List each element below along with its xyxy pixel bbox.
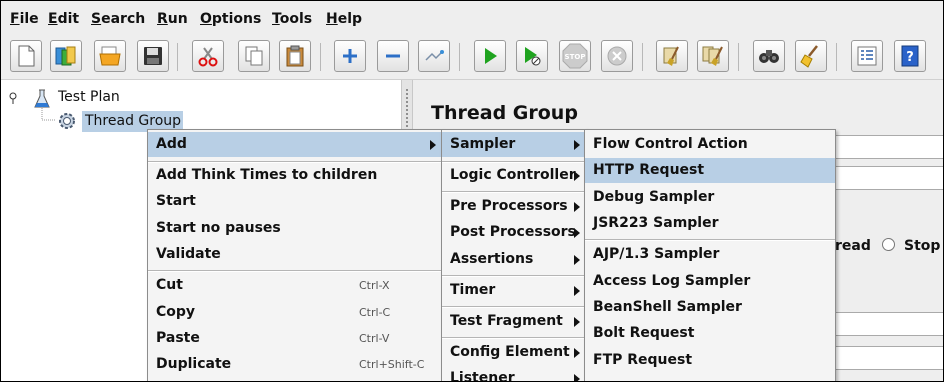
submenu-arrow-icon	[430, 140, 436, 150]
sampler-item-debug-sampler[interactable]: Debug Sampler	[585, 185, 835, 210]
test-plan-flask-icon	[34, 89, 50, 108]
sampler-submenu: Flow Control Action HTTP Request Debug S…	[584, 129, 836, 381]
function-helper-icon[interactable]	[851, 40, 883, 72]
submenu-item-listener[interactable]: Listener	[442, 366, 586, 381]
submenu-arrow-icon	[574, 348, 580, 358]
menu-item-add[interactable]: Add	[148, 132, 442, 157]
tree-item-thread-group[interactable]: Thread Group	[85, 113, 181, 129]
name-field[interactable]	[833, 135, 943, 159]
submenu-item-timer[interactable]: Timer	[442, 278, 586, 303]
submenu-item-logic-controller[interactable]: Logic Controller	[442, 163, 586, 188]
submenu-item-sampler[interactable]: Sampler	[442, 132, 586, 157]
comments-field[interactable]	[833, 166, 943, 190]
start-no-pauses-icon[interactable]	[516, 40, 548, 72]
menu-edit[interactable]: Edit	[48, 11, 79, 27]
sampler-item-jsr223-sampler[interactable]: JSR223 Sampler	[585, 211, 835, 236]
menu-run[interactable]: Run	[157, 11, 188, 27]
submenu-item-post-processors[interactable]: Post Processors	[442, 220, 586, 245]
expand-icon[interactable]	[334, 40, 366, 72]
page-title: Thread Group	[431, 102, 578, 124]
stop-icon[interactable]: STOP	[559, 40, 591, 72]
radio-label-partial: read	[835, 238, 871, 254]
submenu-arrow-icon	[574, 140, 580, 150]
menu-item-cut[interactable]: Cut Ctrl-X	[148, 273, 442, 298]
submenu-item-assertions[interactable]: Assertions	[442, 247, 586, 272]
sampler-item-bolt-request[interactable]: Bolt Request	[585, 321, 835, 346]
help-icon[interactable]: ?	[894, 40, 926, 72]
menu-item-paste[interactable]: Paste Ctrl-V	[148, 326, 442, 351]
clear-all-icon[interactable]	[697, 40, 729, 72]
app-window: File Edit Search Run Options Tools Help	[0, 0, 944, 382]
submenu-arrow-icon	[574, 286, 580, 296]
save-icon[interactable]	[137, 40, 169, 72]
cut-icon[interactable]	[192, 40, 224, 72]
submenu-arrow-icon	[574, 202, 580, 212]
menu-item-start[interactable]: Start	[148, 189, 442, 214]
sampler-item-ftp-request[interactable]: FTP Request	[585, 348, 835, 373]
open-icon[interactable]	[94, 40, 126, 72]
sampler-item-flow-control-action[interactable]: Flow Control Action	[585, 132, 835, 157]
toolbar: STOP ?	[1, 35, 943, 80]
new-icon[interactable]	[10, 40, 42, 72]
menu-item-copy[interactable]: Copy Ctrl-C	[148, 300, 442, 325]
stop-radio[interactable]	[882, 238, 895, 251]
sampler-item-http-request[interactable]: HTTP Request	[585, 158, 835, 183]
menu-item-validate[interactable]: Validate	[148, 242, 442, 267]
search-icon[interactable]	[753, 40, 785, 72]
tree-connector	[41, 108, 56, 121]
loop-count-field[interactable]	[833, 346, 943, 370]
tree-item-test-plan[interactable]: Test Plan	[58, 89, 120, 105]
start-icon[interactable]	[474, 40, 506, 72]
ramp-up-field[interactable]	[833, 312, 943, 336]
toggle-icon[interactable]	[418, 40, 450, 72]
sampler-item-access-log-sampler[interactable]: Access Log Sampler	[585, 269, 835, 294]
submenu-arrow-icon	[574, 228, 580, 238]
svg-text:STOP: STOP	[565, 53, 586, 61]
stop-radio-label: Stop	[904, 238, 941, 254]
sampler-item-beanshell-sampler[interactable]: BeanShell Sampler	[585, 295, 835, 320]
submenu-item-test-fragment[interactable]: Test Fragment	[442, 309, 586, 334]
menu-search[interactable]: Search	[91, 11, 145, 27]
add-submenu: Sampler Logic Controller Pre Processors …	[441, 129, 587, 381]
tree-collapse-handle-icon[interactable]	[9, 92, 23, 104]
menu-tools[interactable]: Tools	[272, 11, 312, 27]
clear-icon[interactable]	[656, 40, 688, 72]
context-menu: Add Add Think Times to children Start St…	[147, 129, 443, 381]
menu-file[interactable]: File	[10, 11, 39, 27]
reset-search-icon[interactable]	[795, 40, 827, 72]
sampler-item-ajp-sampler[interactable]: AJP/1.3 Sampler	[585, 242, 835, 267]
svg-text:?: ?	[906, 50, 914, 65]
templates-icon[interactable]	[50, 40, 82, 72]
submenu-item-config-element[interactable]: Config Element	[442, 340, 586, 365]
collapse-icon[interactable]	[377, 40, 409, 72]
menu-item-duplicate[interactable]: Duplicate Ctrl+Shift-C	[148, 352, 442, 377]
gear-icon	[59, 113, 75, 129]
menu-item-add-think-times[interactable]: Add Think Times to children	[148, 163, 442, 188]
menu-bar: File Edit Search Run Options Tools Help	[1, 1, 943, 35]
paste-icon[interactable]	[279, 40, 311, 72]
submenu-arrow-icon	[574, 317, 580, 327]
menu-item-start-no-pauses[interactable]: Start no pauses	[148, 216, 442, 241]
menu-options[interactable]: Options	[200, 11, 261, 27]
submenu-arrow-icon	[574, 255, 580, 265]
submenu-item-pre-processors[interactable]: Pre Processors	[442, 194, 586, 219]
copy-icon[interactable]	[238, 40, 270, 72]
menu-help[interactable]: Help	[326, 11, 362, 27]
shutdown-icon[interactable]	[601, 40, 633, 72]
submenu-arrow-icon	[574, 171, 580, 181]
submenu-arrow-icon	[574, 374, 580, 381]
